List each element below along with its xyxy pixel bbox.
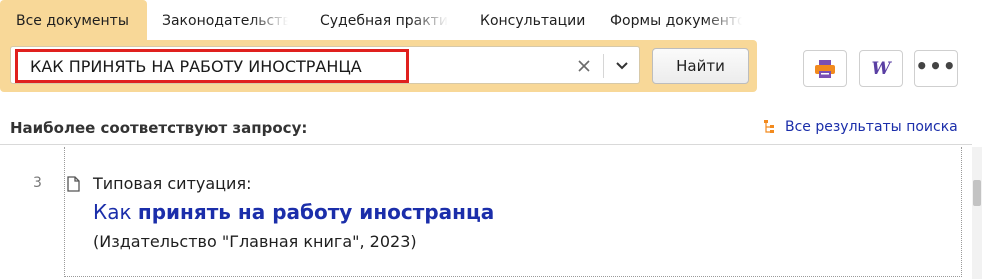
search-panel: Найти [0,40,757,92]
divider [0,144,972,145]
chevron-down-icon [616,62,628,70]
result-title-prefix: Как [93,200,138,224]
result-title-match: принять на работу иностранца [137,200,495,224]
all-results-link[interactable]: Все результаты поиска [764,119,958,135]
more-options-button[interactable]: ••• [914,50,958,87]
clear-search-button[interactable] [571,53,597,79]
all-results-label: Все результаты поиска [785,119,958,135]
find-button[interactable]: Найти [652,48,749,84]
search-divider [603,54,604,78]
tab-legislation[interactable]: Законодательство [148,0,288,40]
print-button[interactable] [803,50,847,87]
scrollbar-thumb[interactable] [973,180,981,206]
result-source: (Издательство "Главная книга", 2023) [93,232,417,251]
results-scrollbar[interactable] [972,147,982,279]
results-heading: Наиболее соответствуют запросу: [10,119,308,137]
tab-document-forms[interactable]: Формы документов [596,0,742,40]
result-doc-type: Типовая ситуация: [93,174,252,193]
search-tabs: Все документы Законодательство Судебная … [0,0,760,40]
document-icon [67,176,80,192]
tab-consultations[interactable]: Консультации [466,0,596,40]
result-title-link[interactable]: Как принять на работу иностранца [93,200,494,224]
tab-court-practice[interactable]: Судебная практика [306,0,448,40]
search-box [10,46,640,84]
tab-all-documents[interactable]: Все документы [0,0,147,40]
print-icon [815,59,835,78]
tree-icon [764,120,774,133]
search-input[interactable] [15,49,409,83]
word-icon: W [871,58,891,79]
close-icon [578,60,590,72]
result-number: 3 [33,175,42,191]
search-history-dropdown[interactable] [609,53,635,79]
more-icon: ••• [915,53,957,78]
export-word-button[interactable]: W [859,50,903,87]
